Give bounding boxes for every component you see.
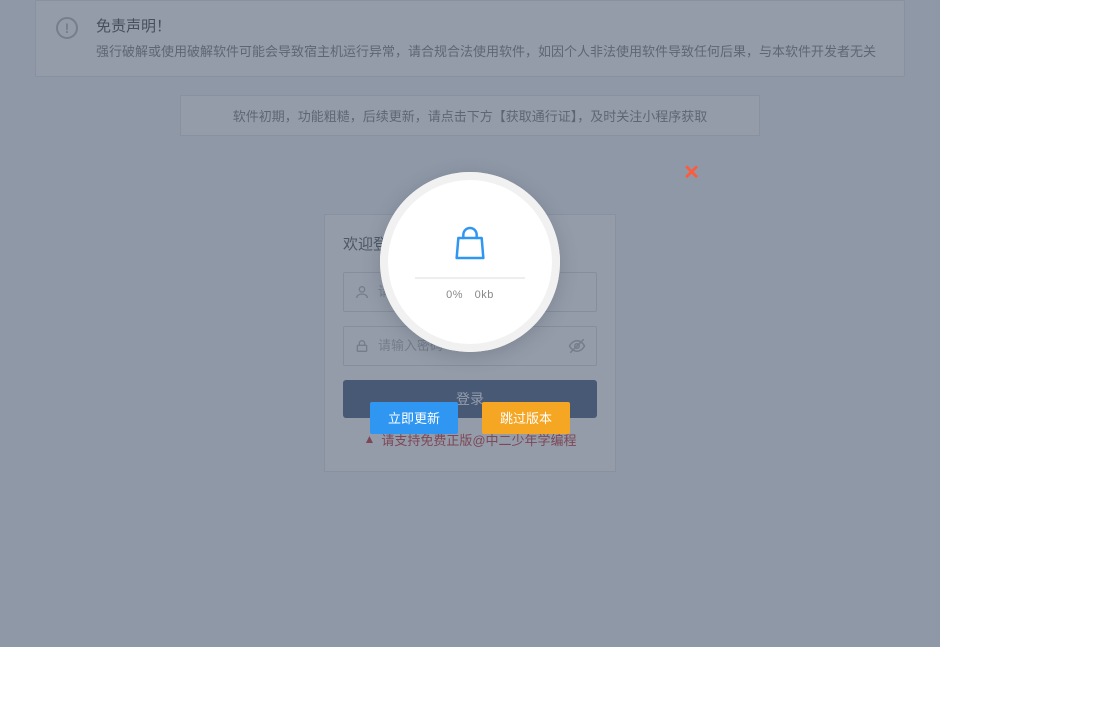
close-icon[interactable]: ✕ xyxy=(683,160,700,185)
download-bag-icon xyxy=(450,223,490,263)
progress-circle: 0% 0kb xyxy=(380,172,560,352)
progress-bar xyxy=(415,277,525,279)
progress-stats: 0% 0kb xyxy=(446,289,494,301)
update-modal: ✕ 0% 0kb 立即更新 跳过版本 xyxy=(370,172,570,434)
update-now-button[interactable]: 立即更新 xyxy=(370,402,458,434)
progress-percent: 0% xyxy=(446,289,463,301)
skip-version-button[interactable]: 跳过版本 xyxy=(482,402,570,434)
progress-size: 0kb xyxy=(475,289,494,301)
